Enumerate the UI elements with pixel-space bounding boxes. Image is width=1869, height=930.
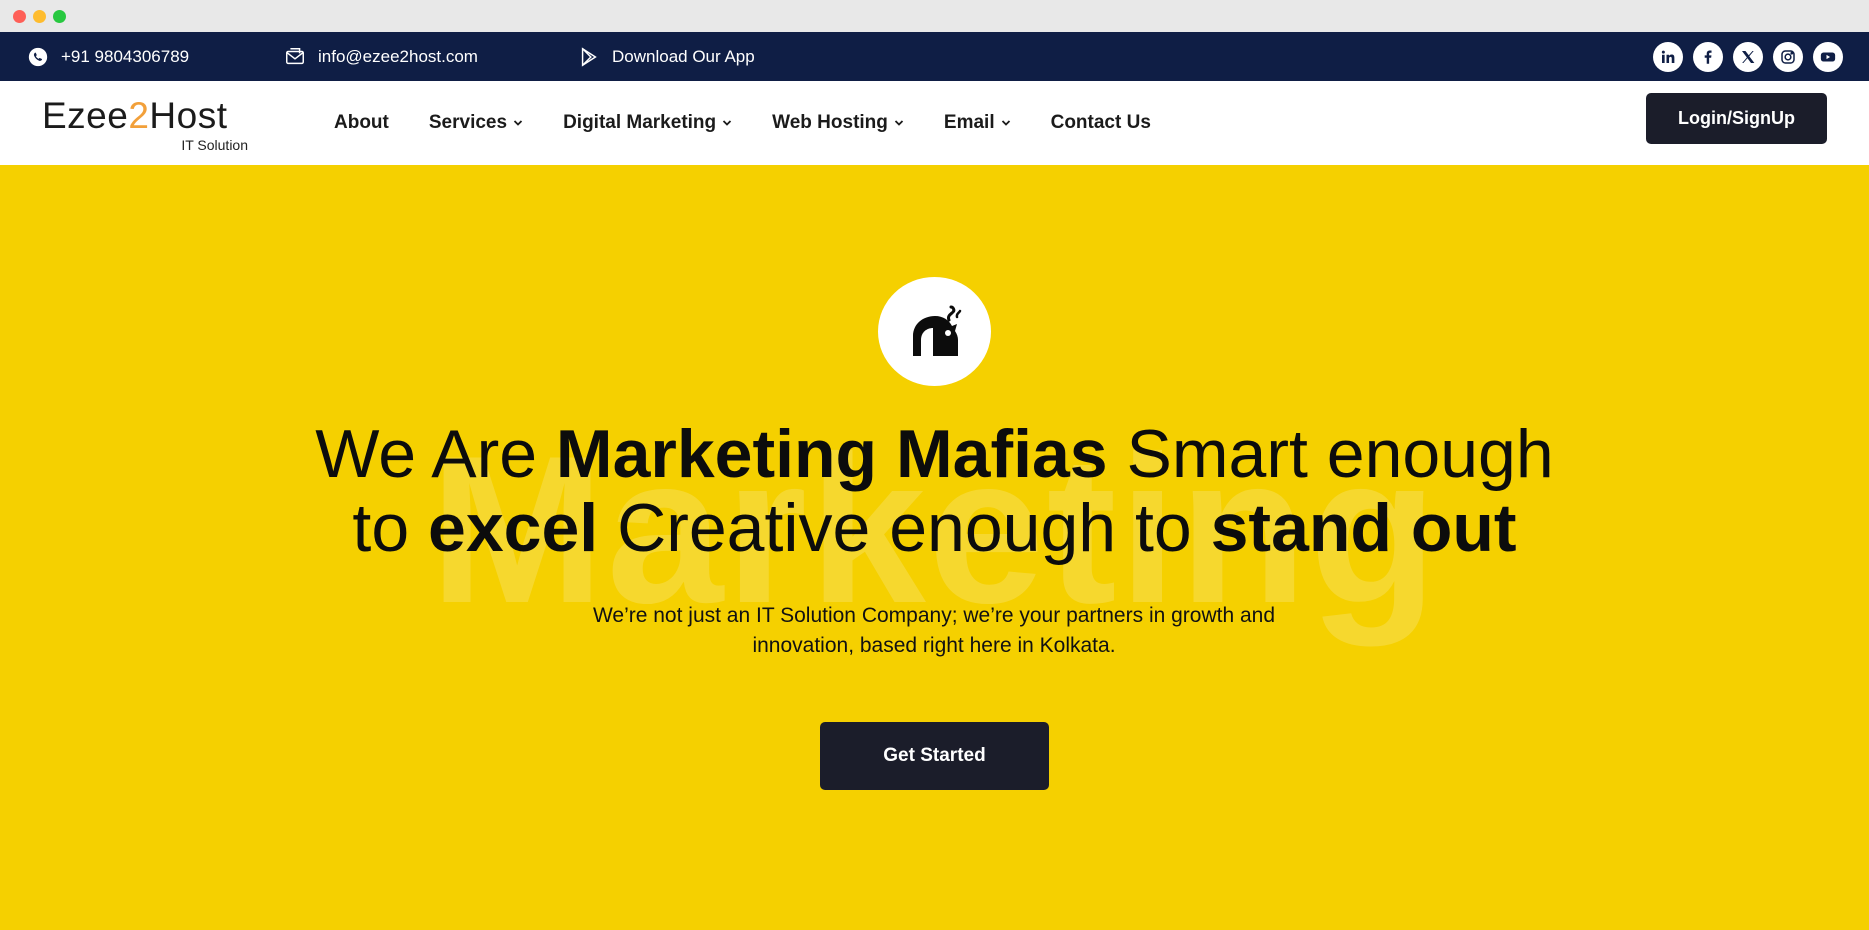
contact-bar: +91 9804306789 info@ezee2host.com Downlo… [0,32,1869,81]
youtube-link[interactable] [1813,42,1843,72]
login-signup-button[interactable]: Login/SignUp [1646,93,1827,144]
hero-headline: We Are Marketing Mafias Smart enough to … [0,417,1869,565]
chevron-down-icon [894,120,904,126]
instagram-icon [1781,50,1795,64]
maximize-window-button[interactable] [53,10,66,23]
linkedin-link[interactable] [1653,42,1683,72]
nav-web-hosting[interactable]: Web Hosting [772,112,904,134]
nav-email[interactable]: Email [944,112,1011,134]
download-app-link[interactable]: Download Our App [578,32,755,81]
mail-icon [286,47,304,64]
logo-text-two: 2 [128,95,150,136]
headline-text-1: We Are [315,416,556,492]
phone-number: +91 9804306789 [61,46,190,66]
ezee2host-logo[interactable]: Ezee2Host IT Solution [42,97,252,154]
phone-link[interactable]: +91 9804306789 [27,32,189,81]
chevron-down-icon [1001,120,1010,126]
facebook-icon [1704,50,1712,64]
window-titlebar [0,0,1869,32]
chevron-down-icon [513,120,523,126]
x-twitter-link[interactable] [1733,42,1763,72]
nav-about[interactable]: About [334,112,389,134]
facebook-link[interactable] [1693,42,1723,72]
nav-web-hosting-label: Web Hosting [772,112,888,133]
whatsapp-icon [28,47,48,66]
nav-services-label: Services [428,112,508,133]
nav-services[interactable]: Services [429,112,523,134]
hero-subtext: We’re not just an IT Solution Company; w… [484,601,1384,661]
logo-wordmark: Ezee2Host [42,97,252,135]
logo-text-host: Host [149,95,228,136]
hero-badge [878,277,991,386]
download-app-label: Download Our App [612,46,755,66]
minimize-window-button[interactable] [33,10,46,23]
nav-email-label: Email [943,112,995,133]
nav-digital-marketing-label: Digital Marketing [563,112,717,133]
headline-bold-3: stand out [1210,490,1517,566]
nav-digital-marketing[interactable]: Digital Marketing [563,112,732,134]
nav-contact-us[interactable]: Contact Us [1051,112,1151,134]
nav-about-label: About [334,112,389,133]
logo-tagline: IT Solution [181,137,248,153]
main-navbar: Ezee2Host IT Solution About Services Dig… [0,81,1869,165]
headline-text-3: to [352,490,429,566]
social-links [1653,42,1843,72]
marketing-icon [912,305,961,356]
email-address: info@ezee2host.com [318,46,478,66]
nav-contact-us-label: Contact Us [1050,112,1151,133]
linkedin-icon [1661,50,1675,63]
youtube-icon [1820,52,1836,62]
chevron-down-icon [723,120,732,126]
instagram-link[interactable] [1773,42,1803,72]
primary-nav: About Services Digital Marketing Web Hos… [334,81,1151,165]
headline-text-2: Smart enough [1107,416,1554,492]
x-icon [1742,51,1755,63]
close-window-button[interactable] [13,10,26,23]
play-store-icon [581,46,597,67]
hero-subtext-line-1: We’re not just an IT Solution Company; w… [592,604,1276,627]
headline-text-4: Creative enough to [598,490,1211,566]
hero-section: Marketing We Are Marketing Mafias Smart … [0,165,1869,930]
email-link[interactable]: info@ezee2host.com [284,32,478,81]
headline-bold-2: excel [428,490,599,566]
hero-subtext-line-2: innovation, based right here in Kolkata. [752,634,1116,657]
logo-text-ezee: Ezee [42,95,129,136]
headline-bold-1: Marketing Mafias [555,416,1108,492]
get-started-button[interactable]: Get Started [820,722,1049,790]
